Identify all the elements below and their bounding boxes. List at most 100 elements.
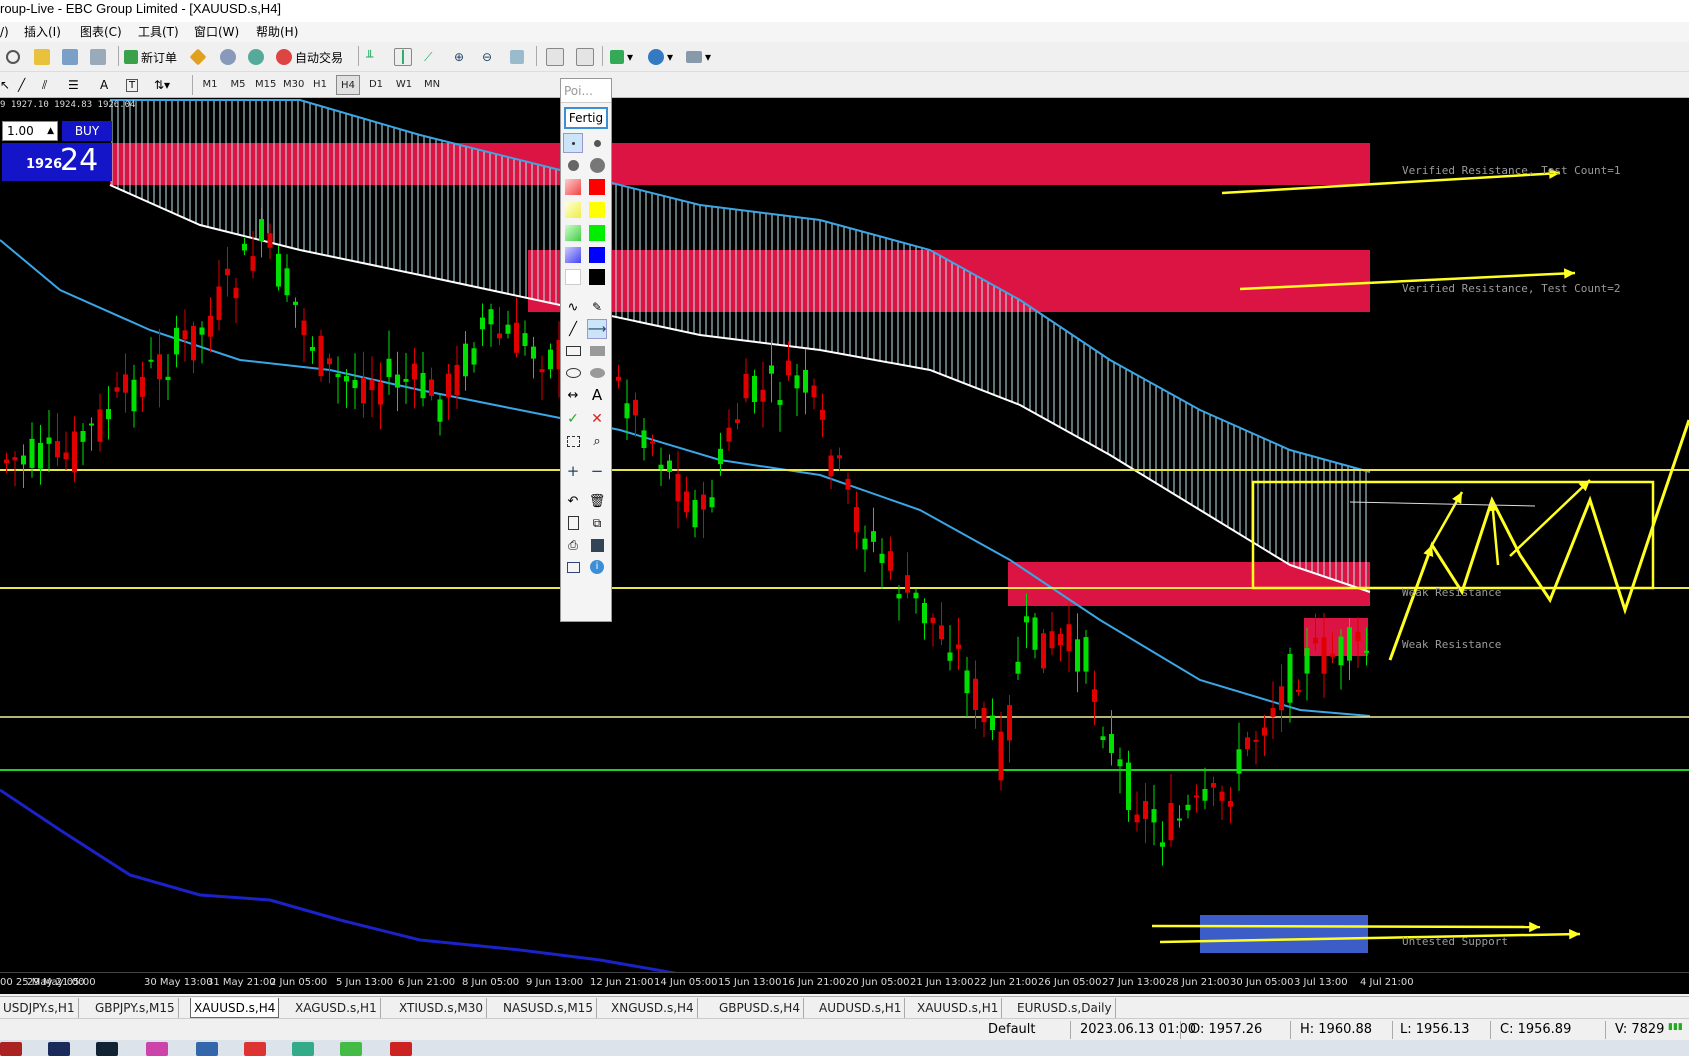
color-red-icon[interactable] <box>587 177 607 197</box>
chart-tab[interactable]: XNGUSD.s,H4 <box>608 998 698 1018</box>
taskbar-app-icon[interactable] <box>340 1042 362 1056</box>
chart-shift-icon[interactable] <box>546 46 564 68</box>
chart-tab[interactable]: GBPUSD.s,H4 <box>716 998 804 1018</box>
status-profile[interactable]: Default <box>988 1022 1036 1037</box>
menu-item-file[interactable]: /) <box>0 22 9 42</box>
chart-tab[interactable]: EURUSD.s,Daily <box>1014 998 1116 1018</box>
signals-icon[interactable] <box>248 46 264 68</box>
color-light-blue-icon[interactable] <box>563 245 583 265</box>
chart-tab[interactable]: XAUUSD.s,H4 <box>190 998 280 1018</box>
bar-chart-icon[interactable]: ╨ <box>366 46 373 68</box>
menu-item-tools[interactable]: 工具(T) <box>138 22 179 42</box>
color-black-icon[interactable] <box>587 267 607 287</box>
indicators-icon[interactable]: ▾ <box>610 46 633 68</box>
color-white-icon[interactable] <box>563 267 583 287</box>
arrow-line-icon[interactable]: ⟶ <box>587 319 607 339</box>
navigator-icon[interactable] <box>62 46 78 68</box>
timeframe-m15[interactable]: M15 <box>252 75 279 95</box>
templates-icon[interactable]: ▾ <box>686 46 711 68</box>
delete-icon[interactable]: 🗑 <box>587 491 607 511</box>
zoom-region-icon[interactable]: ⌕ <box>587 431 607 451</box>
filled-rectangle-icon[interactable] <box>587 341 607 361</box>
taskbar-app-icon[interactable] <box>196 1042 218 1056</box>
lot-size-input[interactable]: 1.00 ▲ <box>2 121 58 141</box>
dot-large-icon[interactable] <box>563 155 583 175</box>
menu-item-charts[interactable]: 图表(C) <box>80 22 122 42</box>
chart-tab[interactable]: XAUUSD.s,H1 <box>914 998 1003 1018</box>
chart-tab[interactable]: XTIUSD.s,M30 <box>396 998 488 1018</box>
text-tool-icon[interactable]: A <box>100 74 108 96</box>
channel-tool-icon[interactable]: ⫽ <box>42 74 47 96</box>
print-icon[interactable]: ⎙ <box>563 535 583 555</box>
freehand-icon[interactable]: ∿ <box>563 297 583 317</box>
cursor-icon[interactable]: ↖ <box>0 74 10 96</box>
taskbar-app-icon[interactable] <box>96 1042 118 1056</box>
text-label-icon[interactable]: T <box>126 74 139 96</box>
timeframe-d1[interactable]: D1 <box>364 75 388 95</box>
strategy-icon[interactable] <box>189 46 207 68</box>
screenshot-icon[interactable] <box>563 557 583 577</box>
color-light-yellow-icon[interactable] <box>563 200 583 220</box>
taskbar-app-icon[interactable] <box>146 1042 168 1056</box>
chart-tab[interactable]: XAGUSD.s,H1 <box>292 998 381 1018</box>
zoom-in-icon[interactable]: ⊕ <box>454 46 464 68</box>
chart-tab[interactable]: NASUSD.s,M15 <box>500 998 597 1018</box>
double-arrow-icon[interactable]: ↔ <box>563 385 583 405</box>
favorites-icon[interactable] <box>34 46 50 68</box>
timeframe-w1[interactable]: W1 <box>392 75 416 95</box>
save-icon[interactable] <box>587 535 607 555</box>
taskbar-app-icon[interactable] <box>244 1042 266 1056</box>
zoom-out-icon[interactable]: ⊖ <box>482 46 492 68</box>
crosshair-icon[interactable] <box>6 46 20 68</box>
new-order-button[interactable]: 新订单 <box>124 46 177 68</box>
undo-icon[interactable]: ↶ <box>563 491 583 511</box>
dot-small-icon[interactable] <box>563 133 583 153</box>
timeframe-h1[interactable]: H1 <box>308 75 332 95</box>
line-tool-icon[interactable]: ╱ <box>18 74 25 96</box>
taskbar-app-icon[interactable] <box>292 1042 314 1056</box>
price-chart[interactable] <box>0 98 1689 972</box>
chart-tab[interactable]: USDJPY.s,H1 <box>0 998 79 1018</box>
color-light-green-icon[interactable] <box>563 223 583 243</box>
color-blue-icon[interactable] <box>587 245 607 265</box>
copy-icon[interactable]: ⧉ <box>587 513 607 533</box>
dot-medium-icon[interactable] <box>587 133 607 153</box>
taskbar-app-icon[interactable] <box>0 1042 22 1056</box>
timeframe-m5[interactable]: M5 <box>226 75 250 95</box>
periods-icon[interactable]: ▾ <box>648 46 673 68</box>
chart-tab[interactable]: AUDUSD.s,H1 <box>816 998 906 1018</box>
menu-item-insert[interactable]: 插入(I) <box>24 22 61 42</box>
line-icon[interactable]: ╱ <box>563 319 583 339</box>
color-light-red-icon[interactable] <box>563 177 583 197</box>
filled-ellipse-icon[interactable] <box>587 363 607 383</box>
timeframe-m30[interactable]: M30 <box>280 75 307 95</box>
buy-price-display[interactable]: 1926 24 <box>2 143 112 181</box>
timeframe-h4[interactable]: H4 <box>336 75 360 95</box>
meta-editor-icon[interactable] <box>220 46 236 68</box>
timeframe-mn[interactable]: MN <box>420 75 444 95</box>
autoscroll-icon[interactable] <box>576 46 594 68</box>
timeframe-m1[interactable]: M1 <box>198 75 222 95</box>
plus-icon[interactable]: + <box>563 461 583 481</box>
taskbar-app-icon[interactable] <box>390 1042 412 1056</box>
color-yellow-icon[interactable] <box>587 200 607 220</box>
terminal-icon[interactable] <box>90 46 106 68</box>
cross-icon[interactable]: ✕ <box>587 409 607 429</box>
rectangle-icon[interactable] <box>563 341 583 361</box>
menu-item-help[interactable]: 帮助(H) <box>256 22 298 42</box>
info-icon[interactable]: i <box>587 557 607 577</box>
tile-windows-icon[interactable] <box>510 46 524 68</box>
taskbar-app-icon[interactable] <box>48 1042 70 1056</box>
arrows-icon[interactable]: ⇅▾ <box>154 74 170 96</box>
chart-tab[interactable]: GBPJPY.s,M15 <box>92 998 179 1018</box>
eraser-icon[interactable]: ✎ <box>587 297 607 317</box>
candlestick-icon[interactable]: ┃ <box>394 46 412 68</box>
text-icon[interactable]: A <box>587 385 607 405</box>
dot-xlarge-icon[interactable] <box>587 155 607 175</box>
done-button[interactable]: Fertig <box>564 107 608 129</box>
select-region-icon[interactable] <box>563 431 583 451</box>
menu-item-window[interactable]: 窗口(W) <box>194 22 239 42</box>
auto-trading-button[interactable]: 自动交易 <box>276 46 343 68</box>
new-page-icon[interactable] <box>563 513 583 533</box>
minus-icon[interactable]: − <box>587 461 607 481</box>
